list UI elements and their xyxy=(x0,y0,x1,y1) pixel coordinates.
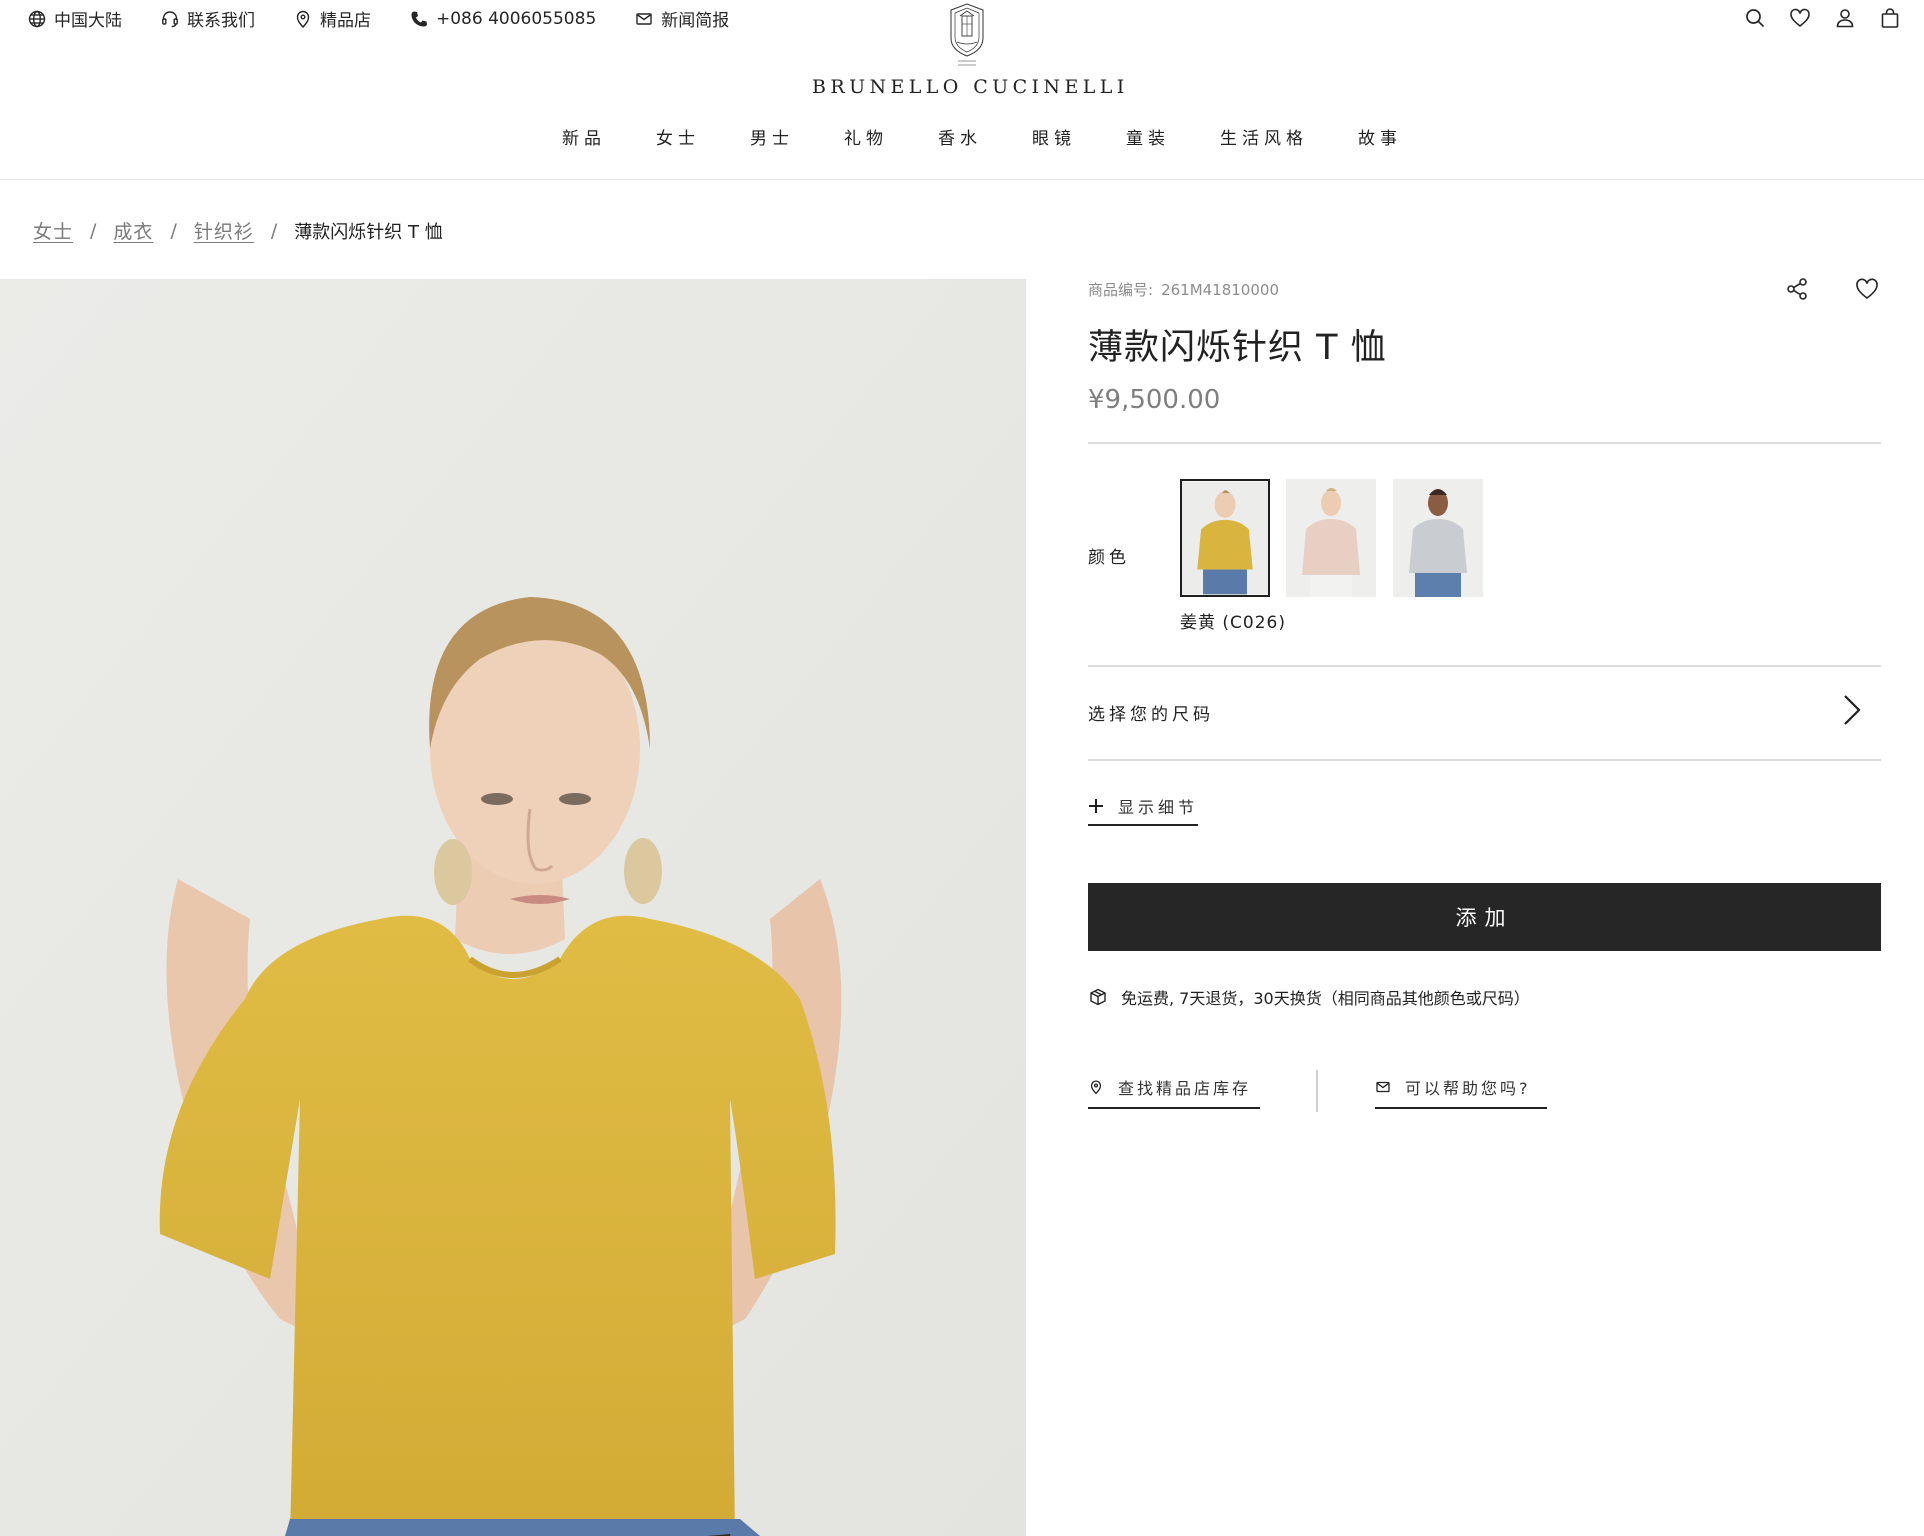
newsletter-link[interactable]: 新闻简报 xyxy=(634,6,729,31)
find-in-store-link[interactable]: 查找精品店库存 xyxy=(1088,1074,1260,1109)
product-title: 薄款闪烁针织 T 恤 xyxy=(1088,328,1387,368)
nav-item-stories[interactable]: 故事 xyxy=(1358,124,1402,156)
user-icon[interactable] xyxy=(1833,6,1857,30)
nav-item-gifts[interactable]: 礼物 xyxy=(844,124,888,156)
breadcrumb-separator: / xyxy=(270,219,278,242)
location-pin-icon xyxy=(1090,1079,1102,1094)
breadcrumb-separator: / xyxy=(90,219,97,242)
headset-icon xyxy=(162,10,178,27)
swatch-thumbnail xyxy=(1182,481,1268,595)
breadcrumb-separator: / xyxy=(170,219,177,242)
shipping-note: 免运费, 7天退货，30天换货（相同商品其他颜色或尺码） xyxy=(1088,985,1530,1009)
contact-label: 联系我们 xyxy=(187,11,255,31)
stores-link[interactable]: 精品店 xyxy=(293,6,371,31)
color-label: 颜色 xyxy=(1088,548,1130,568)
mail-icon xyxy=(1376,1081,1390,1092)
breadcrumb: 女士 / 成衣 / 针织衫 / 薄款闪烁针织 T 恤 xyxy=(33,217,443,244)
color-swatch-mustard[interactable] xyxy=(1180,479,1270,597)
nav-item-eyewear[interactable]: 眼镜 xyxy=(1032,124,1076,156)
nav-item-men[interactable]: 男士 xyxy=(750,124,794,156)
swatch-thumbnail xyxy=(1286,479,1376,597)
header-actions xyxy=(1722,6,1902,30)
sku-label: 商品编号: xyxy=(1088,281,1154,299)
links-divider xyxy=(1316,1070,1318,1112)
nav-item-fragrance[interactable]: 香水 xyxy=(938,124,982,156)
mail-icon xyxy=(636,12,652,25)
heart-icon[interactable] xyxy=(1788,6,1812,30)
product-sku: 商品编号: 261M41810000 xyxy=(1088,279,1279,300)
brand-wordmark: BRUNELLO CUCINELLI xyxy=(812,76,1129,98)
nav-item-lifestyle[interactable]: 生活风格 xyxy=(1220,124,1308,156)
add-to-cart-button[interactable]: 添加 xyxy=(1088,883,1881,951)
nav-item-kids[interactable]: 童装 xyxy=(1126,124,1170,156)
bag-icon[interactable] xyxy=(1878,6,1902,30)
main-navigation-items: 新品 女士 男士 礼物 香水 眼镜 童装 生活风格 故事 xyxy=(537,124,1427,156)
globe-icon xyxy=(28,10,46,27)
contact-link[interactable]: 联系我们 xyxy=(160,6,255,31)
model-photo xyxy=(0,279,1026,1536)
color-swatch-grey[interactable] xyxy=(1393,479,1483,597)
size-selector[interactable]: 选择您的尺码 xyxy=(1088,665,1881,759)
region-label: 中国大陆 xyxy=(54,11,122,31)
phone-link[interactable]: +086 4006055085 xyxy=(409,9,596,29)
header-divider xyxy=(0,179,1924,180)
search-icon[interactable] xyxy=(1743,6,1767,30)
find-in-store-label: 查找精品店库存 xyxy=(1118,1078,1252,1098)
phone-icon xyxy=(411,11,427,26)
newsletter-label: 新闻简报 xyxy=(661,11,730,31)
package-icon xyxy=(1090,988,1106,1006)
chevron-right-icon xyxy=(1844,695,1861,725)
breadcrumb-current: 薄款闪烁针织 T 恤 xyxy=(294,221,443,243)
share-icon[interactable] xyxy=(1783,275,1811,303)
plus-icon xyxy=(1089,798,1103,813)
nav-item-women[interactable]: 女士 xyxy=(656,124,700,156)
phone-number: +086 4006055085 xyxy=(436,8,597,29)
show-details-toggle[interactable]: 显示细节 xyxy=(1088,793,1199,826)
shipping-text: 免运费, 7天退货，30天换货（相同商品其他颜色或尺码） xyxy=(1121,989,1530,1008)
brand-crest-icon xyxy=(950,3,984,66)
size-selector-label: 选择您的尺码 xyxy=(1088,705,1214,725)
main-navigation: 新品 女士 男士 礼物 香水 眼镜 童装 生活风格 故事 xyxy=(0,124,1924,156)
nav-item-new[interactable]: 新品 xyxy=(562,124,606,156)
utility-links: 中国大陆 联系我们 精品店 +086 4006055085 新闻简报 xyxy=(27,6,767,31)
breadcrumb-knitwear[interactable]: 针织衫 xyxy=(194,217,254,244)
stores-label: 精品店 xyxy=(320,11,371,31)
size-divider xyxy=(1088,759,1881,761)
breadcrumb-ready-to-wear[interactable]: 成衣 xyxy=(113,217,153,244)
location-pin-icon xyxy=(296,10,310,28)
swatch-thumbnail xyxy=(1393,479,1483,597)
brand-logo[interactable]: BRUNELLO CUCINELLI xyxy=(812,2,1129,102)
product-actions xyxy=(1741,275,1881,303)
wishlist-heart-icon[interactable] xyxy=(1853,275,1881,303)
help-label: 可以帮助您吗? xyxy=(1405,1078,1531,1098)
breadcrumb-women[interactable]: 女士 xyxy=(33,217,73,244)
selected-color-name: 姜黄 (C026) xyxy=(1180,613,1286,633)
price-divider xyxy=(1088,442,1881,444)
region-selector[interactable]: 中国大陆 xyxy=(27,6,122,31)
help-link[interactable]: 可以帮助您吗? xyxy=(1375,1074,1547,1109)
show-details-label: 显示细节 xyxy=(1118,797,1199,817)
product-price: ¥9,500.00 xyxy=(1088,385,1221,415)
product-main-image[interactable] xyxy=(0,279,1026,1536)
sku-value: 261M41810000 xyxy=(1161,281,1279,299)
color-swatch-blush[interactable] xyxy=(1286,479,1376,597)
